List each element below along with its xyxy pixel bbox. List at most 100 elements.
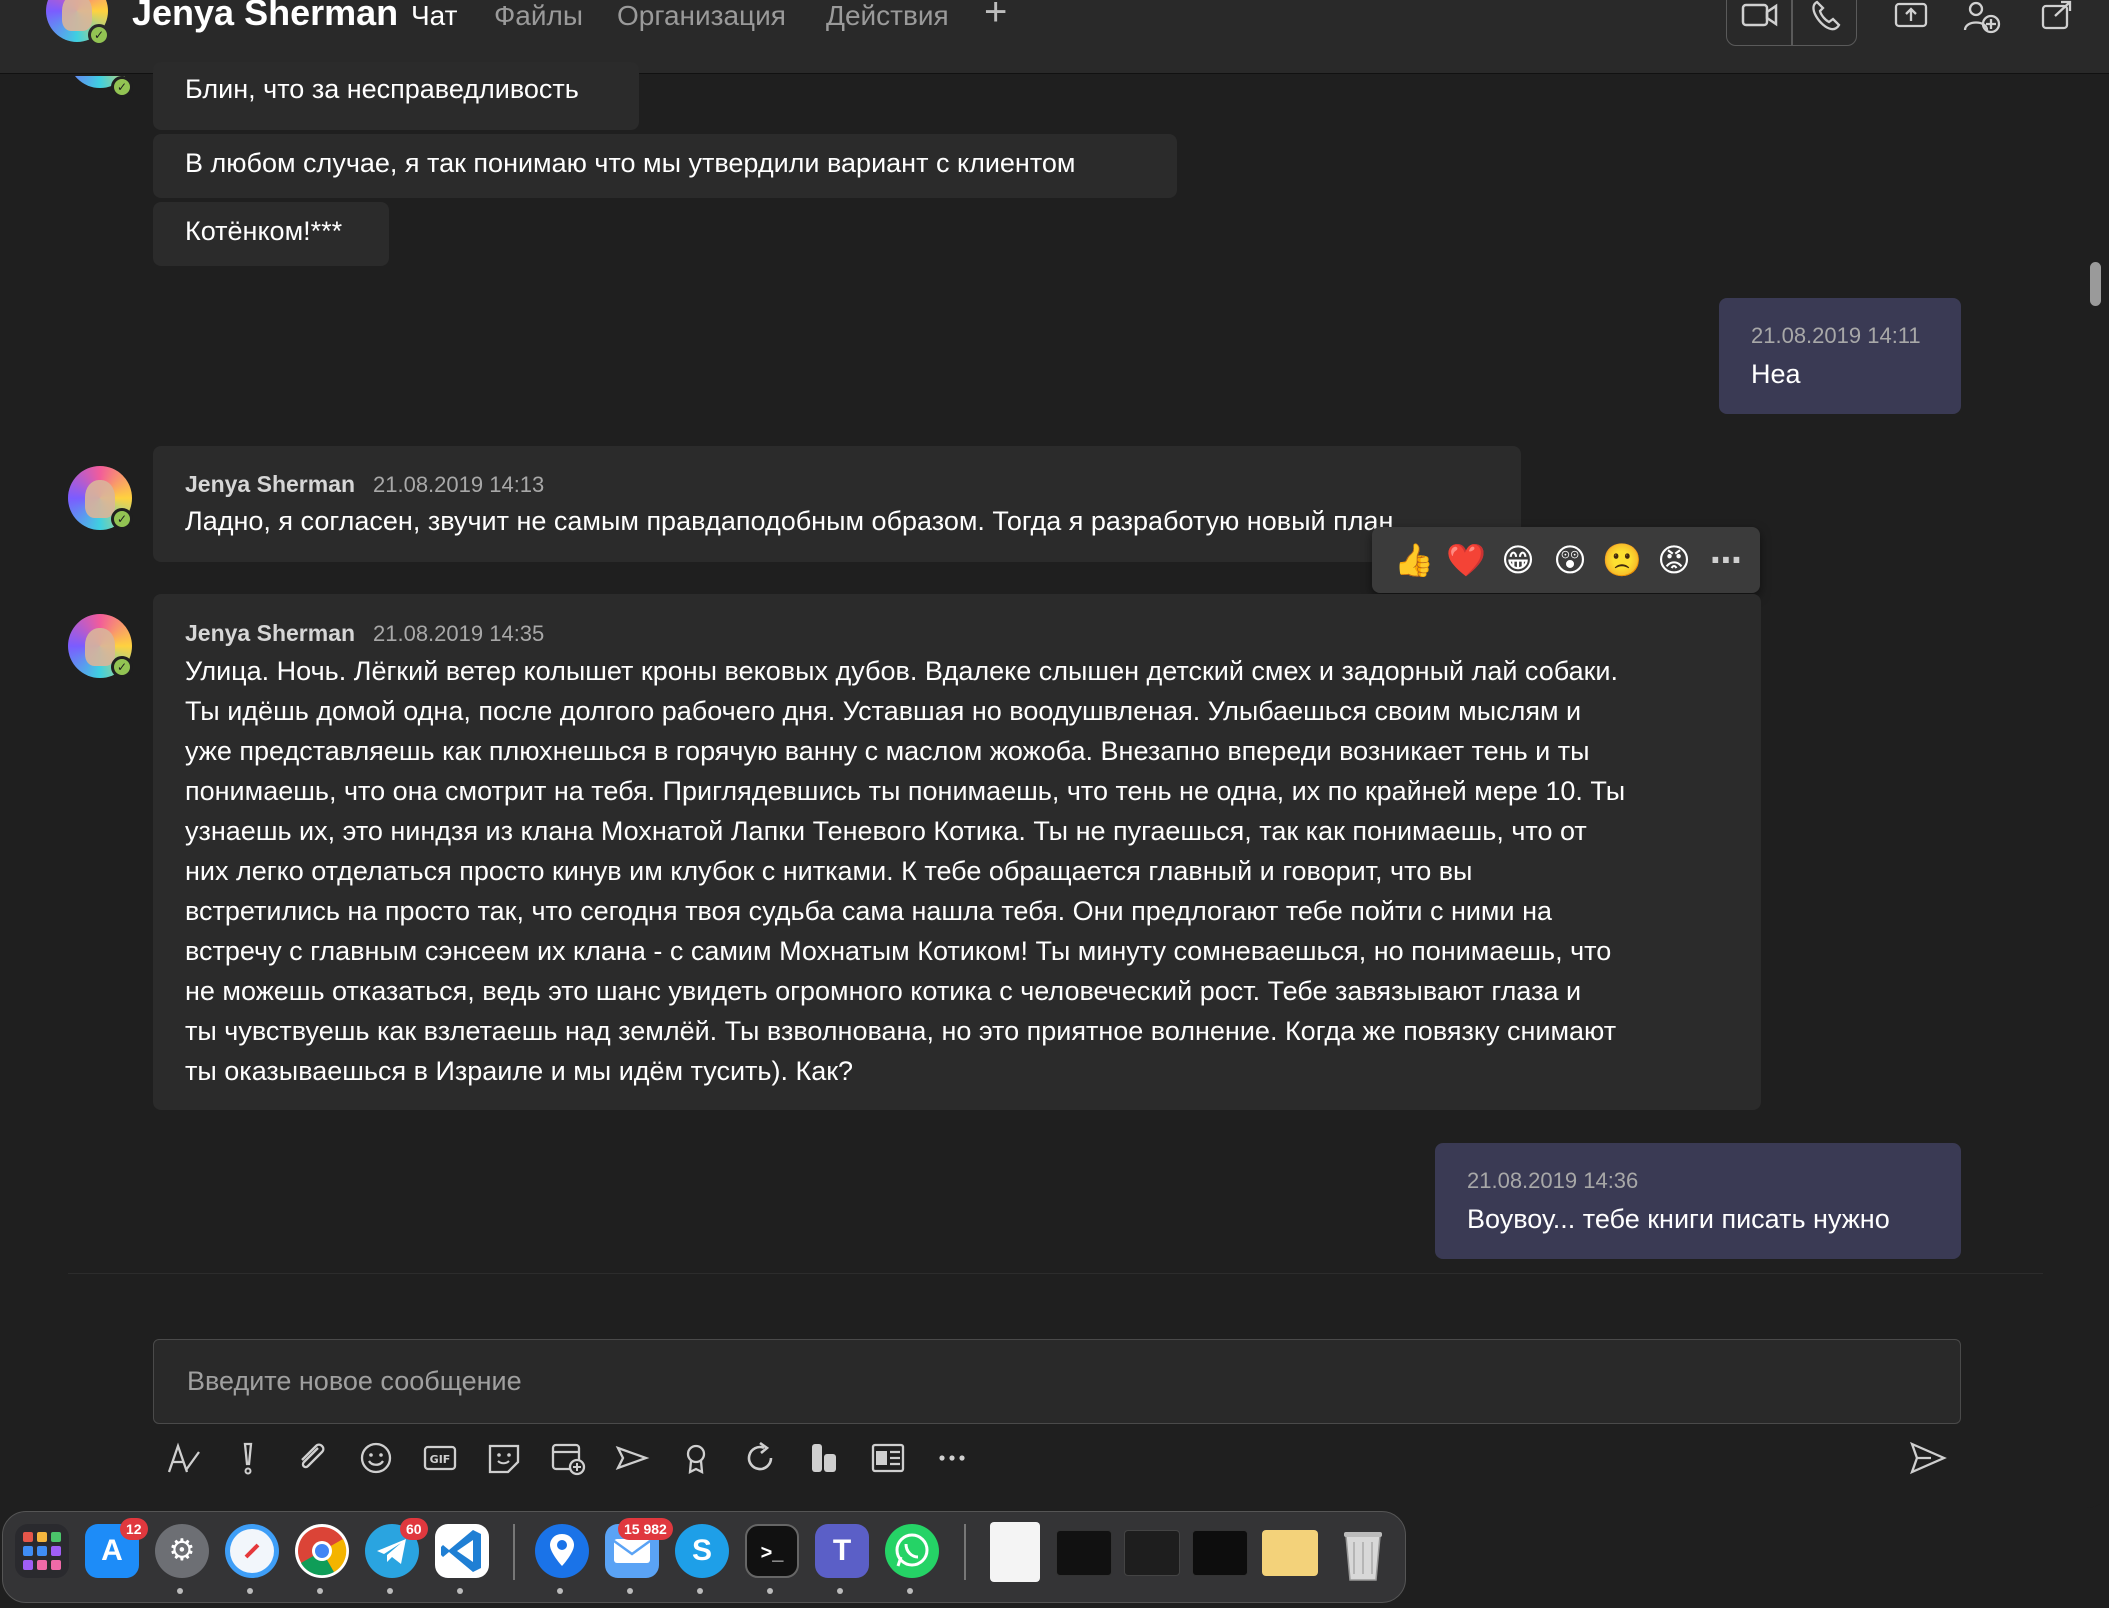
add-tab-icon[interactable]: + [984, 0, 1007, 35]
running-indicator [627, 1588, 633, 1594]
tab-files[interactable]: Файлы [494, 0, 583, 32]
sticker-icon[interactable] [482, 1440, 526, 1484]
minimized-window-thumbnail[interactable] [1262, 1530, 1318, 1576]
app-store-badge: 12 [120, 1518, 148, 1540]
tab-activity[interactable]: Действия [826, 0, 949, 32]
dock-separator [964, 1524, 966, 1580]
launchpad-icon[interactable] [15, 1524, 69, 1578]
maps-icon[interactable] [535, 1524, 589, 1578]
angry-reaction-icon[interactable]: 😡 [1653, 539, 1695, 581]
skype-icon[interactable]: S [675, 1524, 729, 1578]
message-bubble[interactable]: Jenya Sherman 21.08.2019 14:13 Ладно, я … [153, 446, 1521, 562]
mail-badge: 15 982 [618, 1518, 673, 1540]
dock-separator [513, 1524, 515, 1580]
stream-icon[interactable] [610, 1440, 654, 1484]
terminal-icon[interactable]: >_ [745, 1524, 799, 1578]
surprised-reaction-icon[interactable]: 😲 [1549, 539, 1591, 581]
running-indicator [767, 1588, 773, 1594]
teams-icon[interactable]: T [815, 1524, 869, 1578]
trash-icon[interactable] [1336, 1524, 1390, 1581]
minimized-window-thumbnail[interactable] [1056, 1530, 1112, 1576]
contact-name[interactable]: Jenya Sherman [132, 0, 398, 34]
scrollbar-thumb[interactable] [2090, 262, 2101, 306]
call-group-divider [1791, 0, 1793, 46]
message-line: понимаешь, что она смотрит на тебя. Приг… [185, 776, 1626, 806]
message-line: встретились на просто так, что сегодня т… [185, 896, 1553, 926]
send-icon[interactable] [1906, 1440, 1950, 1484]
popout-chat-icon[interactable] [2040, 0, 2074, 30]
message-timestamp: 21.08.2019 14:11 [1751, 323, 1921, 348]
running-indicator [457, 1588, 463, 1594]
my-message-bubble[interactable] [1435, 1143, 1961, 1259]
laugh-reaction-icon[interactable]: 😁 [1497, 539, 1539, 581]
message-text: Воувоу... тебе книги писать нужно [1467, 1204, 1890, 1234]
minimized-window-thumbnail[interactable] [1192, 1530, 1248, 1576]
compose-placeholder: Введите новое сообщение [187, 1366, 522, 1396]
running-indicator [697, 1588, 703, 1594]
share-screen-icon[interactable] [1893, 0, 1929, 30]
sender-name: Jenya Sherman [185, 471, 356, 497]
system-preferences-icon[interactable]: ⚙ [155, 1524, 209, 1578]
vscode-icon[interactable] [435, 1524, 489, 1578]
gif-icon[interactable]: GIF [418, 1440, 462, 1484]
message-line: встречу с главным сэнсеем их клана - с с… [185, 936, 1612, 966]
format-icon[interactable] [162, 1440, 206, 1484]
running-indicator [387, 1588, 393, 1594]
running-indicator [557, 1588, 563, 1594]
message-line: них легко отделаться просто кинув им клу… [185, 856, 1473, 886]
running-indicator [247, 1588, 253, 1594]
sad-reaction-icon[interactable]: 🙁 [1601, 539, 1643, 581]
message-line: узнаешь их, это ниндзя из клана Мохнатой… [185, 816, 1587, 846]
message-text: Блин, что за несправедливость [185, 74, 579, 104]
message-text: В любом случае, я так понимаю что мы утв… [185, 148, 1076, 178]
safari-icon[interactable] [225, 1524, 279, 1578]
presence-available-icon: ✓ [88, 24, 110, 46]
message-line: уже представляешь как плюхнешься в горяч… [185, 736, 1590, 766]
message-timestamp: 21.08.2019 14:13 [373, 472, 545, 497]
schedule-meeting-icon[interactable] [546, 1440, 590, 1484]
presence-available-icon: ✓ [111, 508, 133, 530]
more-icon[interactable] [930, 1440, 974, 1484]
attach-icon[interactable] [290, 1440, 334, 1484]
tab-chat[interactable]: Чат [411, 0, 457, 32]
more-options-icon[interactable]: ⋯ [1705, 539, 1747, 581]
emoji-icon[interactable] [354, 1440, 398, 1484]
compose-divider [68, 1273, 2043, 1274]
running-indicator [317, 1588, 323, 1594]
important-icon[interactable] [226, 1440, 270, 1484]
whatsapp-icon[interactable] [885, 1524, 939, 1578]
message-text: Улица. Ночь. Лёгкий ветер колышет кроны … [185, 651, 1755, 1091]
telegram-badge: 60 [400, 1518, 428, 1540]
teams-window: ✓ Jenya Sherman Чат Файлы Организация Де… [0, 0, 2109, 1508]
apps-icon[interactable] [802, 1440, 846, 1484]
running-indicator [837, 1588, 843, 1594]
chrome-icon[interactable] [295, 1524, 349, 1578]
like-reaction-icon[interactable]: 👍 [1393, 539, 1435, 581]
running-indicator [907, 1588, 913, 1594]
message-line: не можешь отказаться, ведь это шанс увид… [185, 976, 1582, 1006]
svg-text:GIF: GIF [430, 1453, 451, 1466]
presence-available-icon: ✓ [111, 76, 133, 98]
sender-name: Jenya Sherman [185, 620, 356, 646]
running-indicator [177, 1588, 183, 1594]
minimized-window-thumbnail[interactable] [990, 1522, 1040, 1582]
message-timestamp: 21.08.2019 14:35 [373, 621, 545, 646]
message-text: Ладно, я согласен, звучит не самым правд… [185, 506, 1394, 536]
video-call-icon[interactable] [1740, 0, 1780, 30]
add-people-icon[interactable] [1962, 0, 2002, 34]
tab-organization[interactable]: Организация [617, 0, 786, 32]
my-message-bubble[interactable] [1719, 298, 1961, 414]
message-line: ты оказываешься в Израиле и мы идём туси… [185, 1056, 854, 1086]
message-line: ты чувствуешь как взлетаешь над землёй. … [185, 1016, 1617, 1046]
message-line: Ты идёшь домой одна, после долгого рабоч… [185, 696, 1582, 726]
message-text: Неа [1751, 359, 1801, 389]
heart-reaction-icon[interactable]: ❤️ [1445, 539, 1487, 581]
praise-icon[interactable] [674, 1440, 718, 1484]
loop-icon[interactable] [738, 1440, 782, 1484]
message-line: Улица. Ночь. Лёгкий ветер колышет кроны … [185, 656, 1619, 686]
forms-icon[interactable] [866, 1440, 910, 1484]
minimized-window-thumbnail[interactable] [1124, 1530, 1180, 1576]
message-text: Котёнком!*** [185, 216, 343, 246]
presence-available-icon: ✓ [111, 656, 133, 678]
audio-call-icon[interactable] [1806, 0, 1846, 31]
